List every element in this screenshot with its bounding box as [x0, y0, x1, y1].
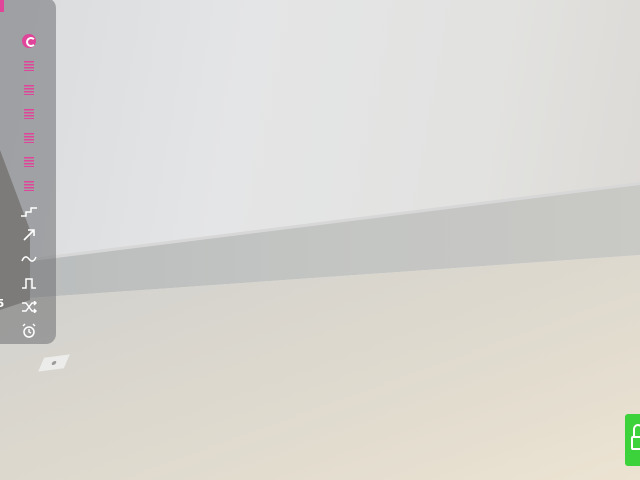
- side-label-value: -5: [0, 297, 5, 310]
- alarm-clock-icon[interactable]: [19, 321, 39, 341]
- menu-lines-icon[interactable]: [19, 152, 39, 172]
- shuffle-icon[interactable]: [19, 297, 39, 317]
- sidebar-top-marker: [0, 0, 4, 12]
- tool-sidebar: -5 s: [0, 0, 56, 344]
- square-pulse-icon[interactable]: [19, 273, 39, 293]
- menu-lines-icon[interactable]: [19, 104, 39, 124]
- diagonal-arrow-icon[interactable]: [19, 225, 39, 245]
- unlock-button[interactable]: [625, 414, 640, 466]
- app-logo-icon[interactable]: [19, 31, 39, 51]
- sine-wave-icon[interactable]: [19, 249, 39, 269]
- lock-body-shape: [631, 436, 640, 450]
- menu-lines-icon[interactable]: [19, 56, 39, 76]
- menu-lines-icon[interactable]: [19, 80, 39, 100]
- camera-view: [0, 0, 640, 480]
- menu-lines-icon[interactable]: [19, 128, 39, 148]
- step-wave-icon[interactable]: [19, 201, 39, 221]
- menu-lines-icon[interactable]: [19, 176, 39, 196]
